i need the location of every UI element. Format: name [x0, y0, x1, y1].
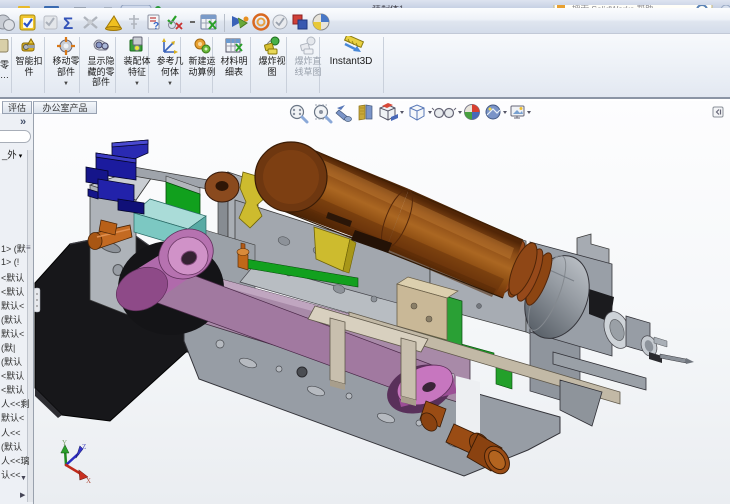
svg-text:Y: Y	[62, 439, 67, 447]
svg-text:Σ: Σ	[63, 14, 73, 33]
svg-text:?: ?	[153, 21, 159, 32]
svg-text:X: X	[86, 477, 91, 485]
svg-text:Z: Z	[82, 443, 86, 451]
